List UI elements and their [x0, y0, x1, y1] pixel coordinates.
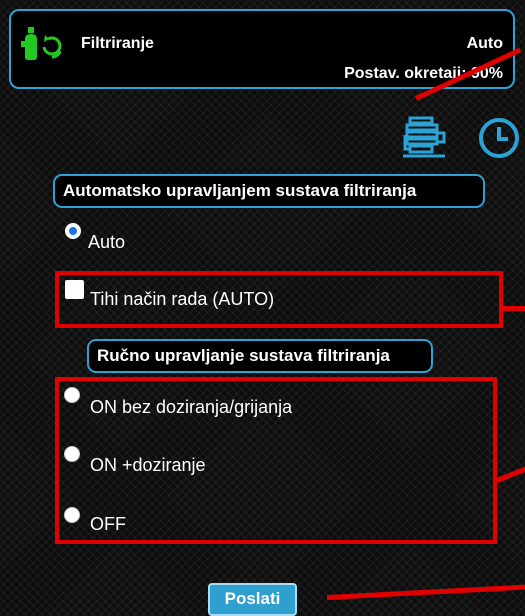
manual-off-label[interactable]: OFF [90, 514, 126, 535]
annotation-arrow-send-button [326, 584, 525, 600]
silent-mode-label[interactable]: Tihi način rada (AUTO) [90, 289, 274, 310]
manual-control-section-label: Ručno upravljanje sustava filtriranja [87, 339, 433, 373]
manual-on-no-dosing-label[interactable]: ON bez doziranja/grijanja [90, 397, 292, 418]
pump-motor-icon[interactable] [401, 115, 447, 166]
filter-pump-icon [21, 27, 77, 68]
header-title: Filtriranje [81, 35, 154, 52]
annotation-arrow-silent-mode [503, 306, 525, 311]
header-mode: Auto [466, 35, 503, 52]
manual-on-dosing-radio[interactable] [64, 446, 80, 462]
manual-off-radio[interactable] [64, 507, 80, 523]
manual-on-dosing-label[interactable]: ON +doziranje [90, 455, 206, 476]
annotation-arrow-manual-options [496, 463, 525, 483]
send-button[interactable]: Poslati [208, 583, 297, 616]
manual-on-no-dosing-radio[interactable] [64, 387, 80, 403]
auto-control-section-label: Automatsko upravljanjem sustava filtrira… [53, 174, 485, 208]
clock-icon[interactable] [477, 116, 521, 165]
filtration-header[interactable]: Filtriranje Auto Postav. okretaji: 90% [9, 9, 515, 89]
auto-radio[interactable] [65, 223, 81, 239]
auto-option-label[interactable]: Auto [88, 232, 125, 253]
silent-mode-checkbox[interactable] [65, 280, 84, 299]
